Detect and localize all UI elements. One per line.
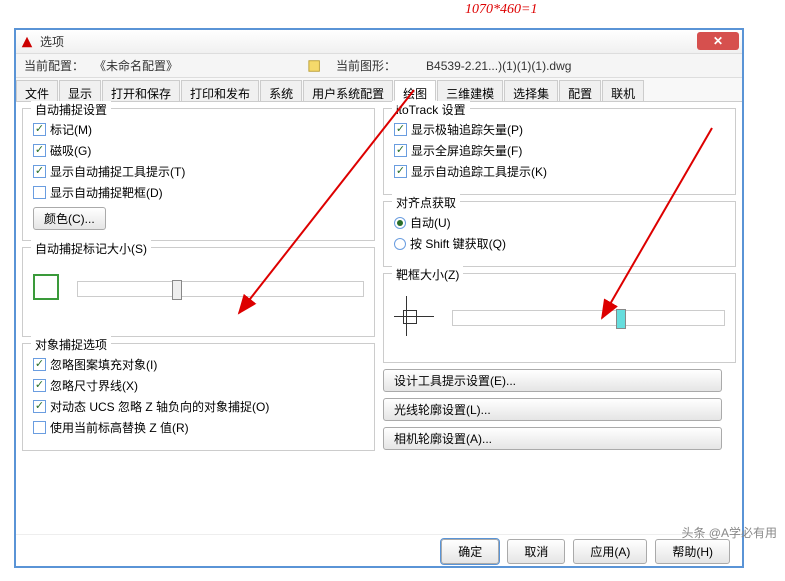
marker-label: 标记(M) (50, 121, 92, 138)
aperture-box-checkbox[interactable] (33, 186, 46, 199)
drawing-icon (308, 59, 322, 73)
tab-online[interactable]: 联机 (602, 80, 644, 101)
current-drawing-label: 当前图形： (336, 57, 396, 74)
replacez-label: 使用当前标高替换 Z 值(R) (50, 419, 189, 436)
autosnap-tooltip-label: 显示自动捕捉工具提示(T) (50, 163, 185, 180)
cancel-button[interactable]: 取消 (507, 539, 565, 564)
group-legend: 对齐点获取 (392, 194, 460, 211)
osnap-options-group: 对象捕捉选项 忽略图案填充对象(I) 忽略尺寸界线(X) 对动态 UCS 忽略 … (22, 343, 375, 451)
aperture-preview (394, 296, 434, 336)
apply-button[interactable]: 应用(A) (573, 539, 647, 564)
titlebar: 选项 ✕ (16, 30, 742, 54)
tab-selection[interactable]: 选择集 (504, 80, 558, 101)
left-column: 自动捕捉设置 标记(M) 磁吸(G) 显示自动捕捉工具提示(T) 显示自动捕捉靶… (22, 108, 375, 528)
profile-row: 当前配置： 《未命名配置》 当前图形： B4539-2.21...)(1)(1)… (16, 54, 742, 78)
dialog-title: 选项 (40, 33, 64, 50)
magnet-label: 磁吸(G) (50, 142, 91, 159)
auto-radio[interactable] (394, 217, 406, 229)
shift-label: 按 Shift 键获取(Q) (410, 235, 506, 252)
tab-content: 自动捕捉设置 标记(M) 磁吸(G) 显示自动捕捉工具提示(T) 显示自动捕捉靶… (16, 102, 742, 534)
autosnap-settings-group: 自动捕捉设置 标记(M) 磁吸(G) 显示自动捕捉工具提示(T) 显示自动捕捉靶… (22, 108, 375, 241)
aperture-box-label: 显示自动捕捉靶框(D) (50, 184, 163, 201)
help-button[interactable]: 帮助(H) (655, 539, 730, 564)
auto-label: 自动(U) (410, 214, 451, 231)
camera-settings-button[interactable]: 相机轮廓设置(A)... (383, 427, 722, 450)
aperture-size-slider[interactable] (452, 310, 725, 326)
fullscreen-checkbox[interactable] (394, 144, 407, 157)
watermark-text: 头条 @A学必有用 (681, 524, 777, 541)
dialog-footer: 确定 取消 应用(A) 帮助(H) (16, 534, 742, 568)
dynucs-checkbox[interactable] (33, 400, 46, 413)
aperture-size-group: 靶框大小(Z) (383, 273, 736, 363)
group-legend: 靶框大小(Z) (392, 266, 463, 283)
autotrack-tooltip-checkbox[interactable] (394, 165, 407, 178)
glow-settings-button[interactable]: 光线轮廓设置(L)... (383, 398, 722, 421)
tab-system[interactable]: 系统 (260, 80, 302, 101)
group-legend: 自动捕捉标记大小(S) (31, 240, 151, 257)
tab-opensave[interactable]: 打开和保存 (102, 80, 180, 101)
replacez-checkbox[interactable] (33, 421, 46, 434)
current-profile-value: 《未命名配置》 (94, 57, 178, 74)
current-profile-label: 当前配置： (24, 57, 84, 74)
dynucs-label: 对动态 UCS 忽略 Z 轴负向的对象捕捉(O) (50, 398, 269, 415)
app-icon (20, 35, 34, 49)
shift-radio[interactable] (394, 238, 406, 250)
annotation-text: 1070*460=1 (465, 2, 537, 18)
tab-display[interactable]: 显示 (59, 80, 101, 101)
ignore-hatch-checkbox[interactable] (33, 358, 46, 371)
autotrack-group: itoTrack 设置 显示极轴追踪矢量(P) 显示全屏追踪矢量(F) 显示自动… (383, 108, 736, 195)
current-drawing-value: B4539-2.21...)(1)(1)(1).dwg (426, 59, 571, 73)
ignore-hatch-label: 忽略图案填充对象(I) (50, 356, 157, 373)
group-legend: itoTrack 设置 (392, 101, 470, 118)
alignment-group: 对齐点获取 自动(U) 按 Shift 键获取(Q) (383, 201, 736, 267)
tab-plot[interactable]: 打印和发布 (181, 80, 259, 101)
color-button[interactable]: 颜色(C)... (33, 207, 106, 230)
group-legend: 对象捕捉选项 (31, 336, 111, 353)
tab-userprefs[interactable]: 用户系统配置 (303, 80, 393, 101)
autosnap-tooltip-checkbox[interactable] (33, 165, 46, 178)
polar-label: 显示极轴追踪矢量(P) (411, 121, 523, 138)
ignore-ext-label: 忽略尺寸界线(X) (50, 377, 138, 394)
fullscreen-label: 显示全屏追踪矢量(F) (411, 142, 522, 159)
marker-checkbox[interactable] (33, 123, 46, 136)
tab-3dmodel[interactable]: 三维建模 (437, 80, 503, 101)
autotrack-tooltip-label: 显示自动追踪工具提示(K) (411, 163, 547, 180)
options-dialog: 选项 ✕ 当前配置： 《未命名配置》 当前图形： B4539-2.21...)(… (14, 28, 744, 568)
magnet-checkbox[interactable] (33, 144, 46, 157)
group-legend: 自动捕捉设置 (31, 101, 111, 118)
tab-file[interactable]: 文件 (16, 80, 58, 101)
ok-button[interactable]: 确定 (441, 539, 499, 564)
tab-drafting[interactable]: 绘图 (394, 80, 436, 101)
design-tooltip-button[interactable]: 设计工具提示设置(E)... (383, 369, 722, 392)
marker-size-group: 自动捕捉标记大小(S) (22, 247, 375, 337)
tab-bar: 文件 显示 打开和保存 打印和发布 系统 用户系统配置 绘图 三维建模 选择集 … (16, 78, 742, 102)
close-button[interactable]: ✕ (697, 32, 739, 50)
marker-preview (33, 274, 59, 300)
polar-checkbox[interactable] (394, 123, 407, 136)
marker-size-slider[interactable] (77, 281, 364, 297)
ignore-ext-checkbox[interactable] (33, 379, 46, 392)
tab-profiles[interactable]: 配置 (559, 80, 601, 101)
right-column: itoTrack 设置 显示极轴追踪矢量(P) 显示全屏追踪矢量(F) 显示自动… (383, 108, 736, 528)
